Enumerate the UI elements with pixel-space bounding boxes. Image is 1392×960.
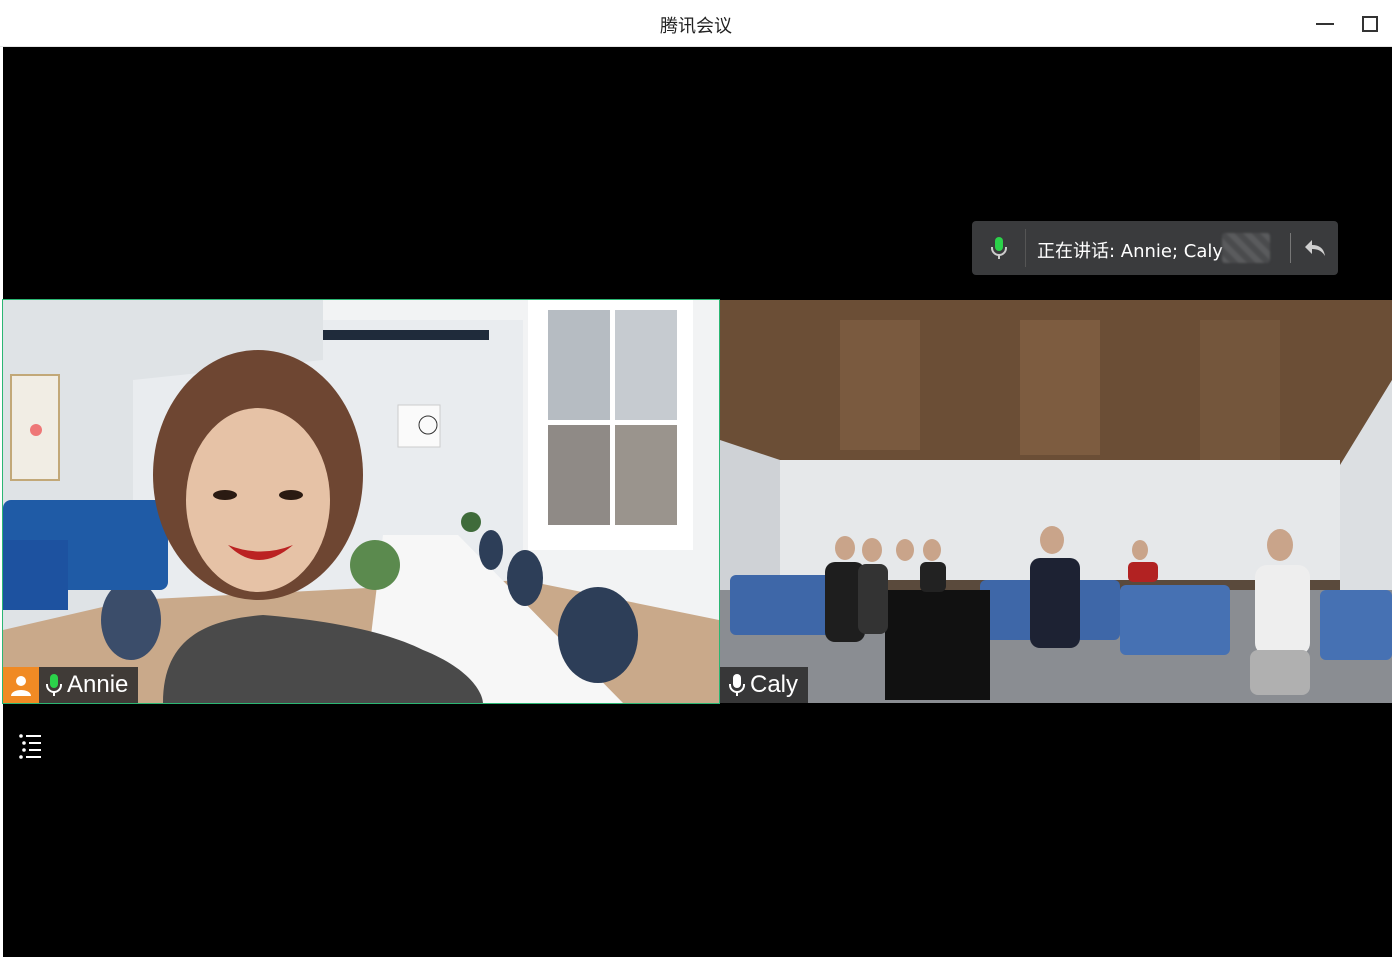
participant-list-button[interactable] xyxy=(13,727,49,763)
minimize-icon xyxy=(1316,23,1334,25)
user-icon xyxy=(3,667,39,703)
participant-name: Annie xyxy=(67,671,129,698)
microphone-icon xyxy=(991,237,1007,259)
divider xyxy=(1290,233,1291,263)
window-title: 腾讯会议 xyxy=(660,16,732,37)
video-feed-annie xyxy=(3,300,719,703)
maximize-button[interactable] xyxy=(1355,9,1385,39)
divider xyxy=(1025,229,1026,267)
maximize-icon xyxy=(1362,16,1378,32)
name-tag-caly: Caly xyxy=(720,667,809,703)
title-bar: 腾讯会议 xyxy=(0,0,1392,47)
video-tile-annie[interactable]: Annie xyxy=(2,299,720,704)
speaking-indicator: 正在讲话: Annie; Caly; xyxy=(972,221,1338,275)
collapse-icon[interactable] xyxy=(1302,235,1328,261)
speaking-text: 正在讲话: Annie; Caly; xyxy=(1037,241,1230,262)
blurred-name xyxy=(1222,233,1270,263)
name-tag-annie: Annie xyxy=(3,667,139,703)
minimize-button[interactable] xyxy=(1310,9,1340,39)
video-tile-caly[interactable]: Caly xyxy=(720,300,1392,703)
microphone-icon xyxy=(46,674,62,696)
meeting-stage: 正在讲话: Annie; Caly; Annie Caly xyxy=(2,47,1392,957)
participant-name: Caly xyxy=(750,671,799,698)
microphone-icon xyxy=(729,674,745,696)
list-icon xyxy=(19,734,41,759)
video-feed-caly xyxy=(720,300,1392,703)
